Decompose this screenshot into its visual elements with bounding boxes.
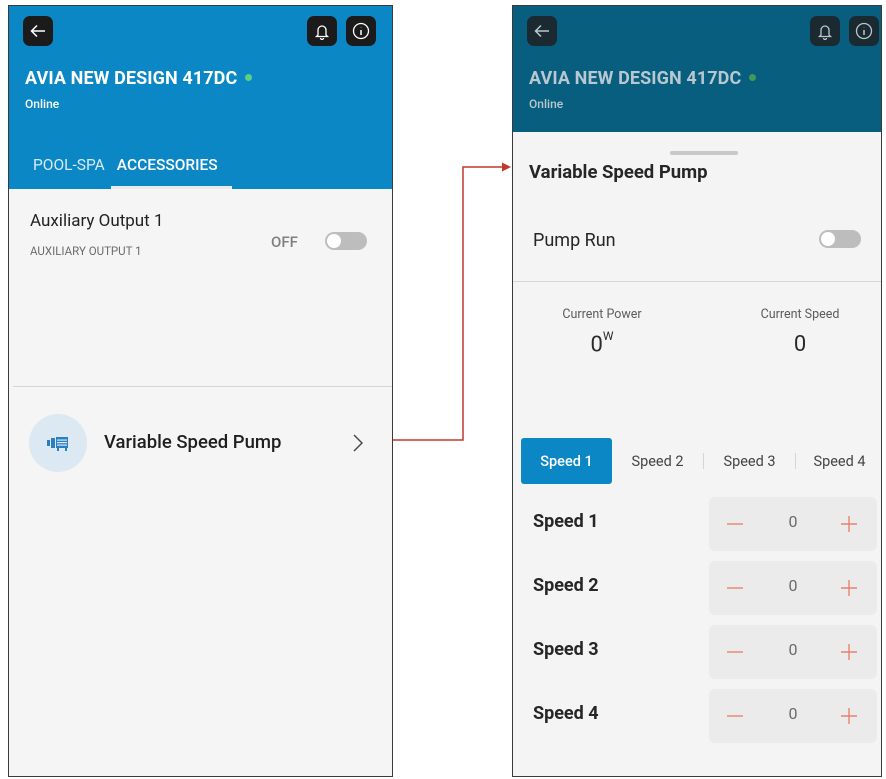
speed-label: Speed 1 xyxy=(533,511,599,532)
current-speed-value: 0 xyxy=(793,332,807,357)
back-button[interactable] xyxy=(527,16,557,46)
current-power-label: Current Power xyxy=(562,307,642,322)
plus-icon[interactable] xyxy=(839,704,859,728)
plus-icon[interactable] xyxy=(839,512,859,536)
aux-state-label: OFF xyxy=(271,233,298,251)
toggle-knob xyxy=(327,234,341,248)
info-icon xyxy=(855,22,873,40)
bell-icon xyxy=(314,24,330,40)
tab-pool-spa[interactable]: POOL-SPA xyxy=(27,156,111,189)
speed-label: Speed 3 xyxy=(533,639,599,660)
speed-row: Speed 2 0 xyxy=(513,561,881,615)
pump-item-label: Variable Speed Pump xyxy=(104,431,282,453)
speed-label: Speed 2 xyxy=(533,575,599,596)
header-dimmed: AVIA NEW DESIGN 417DC Online xyxy=(513,6,881,132)
current-power-value: 0W xyxy=(590,329,614,358)
speed-stepper: 0 xyxy=(709,689,877,743)
minus-icon[interactable] xyxy=(725,640,745,664)
online-indicator xyxy=(749,73,757,81)
notifications-button[interactable] xyxy=(810,16,840,46)
device-status: Online xyxy=(25,97,60,111)
speed-tab-bar: Speed 1 Speed 2 Speed 3 Speed 4 xyxy=(521,438,881,484)
aux-output-toggle[interactable] xyxy=(325,232,367,250)
speed-row: Speed 1 0 xyxy=(513,497,881,551)
tab-accessories[interactable]: ACCESSORIES xyxy=(110,156,232,189)
back-arrow-icon xyxy=(30,24,45,38)
toggle-knob xyxy=(821,232,835,246)
minus-icon[interactable] xyxy=(725,512,745,536)
speed-value[interactable]: 0 xyxy=(769,512,817,531)
device-title: AVIA NEW DESIGN 417DC xyxy=(529,68,757,89)
tab-bar: POOL-SPA ACCESSORIES xyxy=(27,156,232,189)
tab-speed-3[interactable]: Speed 3 xyxy=(704,438,795,484)
variable-speed-pump-item[interactable]: Variable Speed Pump xyxy=(9,414,392,476)
plus-icon[interactable] xyxy=(839,640,859,664)
speed-row: Speed 3 0 xyxy=(513,625,881,679)
chevron-right-icon xyxy=(353,434,363,452)
pump-detail-screen: AVIA NEW DESIGN 417DC Online Variable Sp… xyxy=(512,5,882,777)
tab-speed-4[interactable]: Speed 4 xyxy=(796,438,881,484)
plus-icon[interactable] xyxy=(839,576,859,600)
info-button[interactable] xyxy=(849,16,879,46)
speed-stepper: 0 xyxy=(709,625,877,679)
device-status: Online xyxy=(529,97,564,111)
bottom-sheet: Variable Speed Pump Pump Run Current Pow… xyxy=(513,132,881,776)
notifications-button[interactable] xyxy=(307,16,337,46)
pump-run-toggle[interactable] xyxy=(819,230,861,248)
device-title: AVIA NEW DESIGN 417DC xyxy=(25,68,253,89)
aux-output-name: Auxiliary Output 1 xyxy=(30,211,164,231)
back-button[interactable] xyxy=(23,16,53,46)
accessories-screen: AVIA NEW DESIGN 417DC Online POOL-SPA AC… xyxy=(8,5,393,777)
bell-icon xyxy=(817,24,833,40)
pump-run-label: Pump Run xyxy=(533,230,616,251)
speed-label: Speed 4 xyxy=(533,703,599,724)
current-speed-label: Current Speed xyxy=(760,307,840,322)
speed-value[interactable]: 0 xyxy=(769,576,817,595)
sheet-title: Variable Speed Pump xyxy=(529,161,708,183)
divider xyxy=(13,386,392,387)
speed-value[interactable]: 0 xyxy=(769,640,817,659)
online-indicator xyxy=(245,73,253,81)
aux-output-subtitle: AUXILIARY OUTPUT 1 xyxy=(30,244,142,258)
header: AVIA NEW DESIGN 417DC Online POOL-SPA AC… xyxy=(9,6,392,189)
pump-icon xyxy=(29,414,87,472)
speed-stepper: 0 xyxy=(709,561,877,615)
info-button[interactable] xyxy=(346,16,376,46)
tab-speed-1[interactable]: Speed 1 xyxy=(521,438,612,484)
power-unit: W xyxy=(602,329,614,343)
speed-row: Speed 4 0 xyxy=(513,689,881,743)
sheet-drag-handle[interactable] xyxy=(670,151,738,155)
info-icon xyxy=(352,22,370,40)
minus-icon[interactable] xyxy=(725,704,745,728)
divider xyxy=(513,281,881,282)
minus-icon[interactable] xyxy=(725,576,745,600)
back-arrow-icon xyxy=(534,24,549,38)
speed-stepper: 0 xyxy=(709,497,877,551)
tab-speed-2[interactable]: Speed 2 xyxy=(612,438,703,484)
speed-value[interactable]: 0 xyxy=(769,704,817,723)
